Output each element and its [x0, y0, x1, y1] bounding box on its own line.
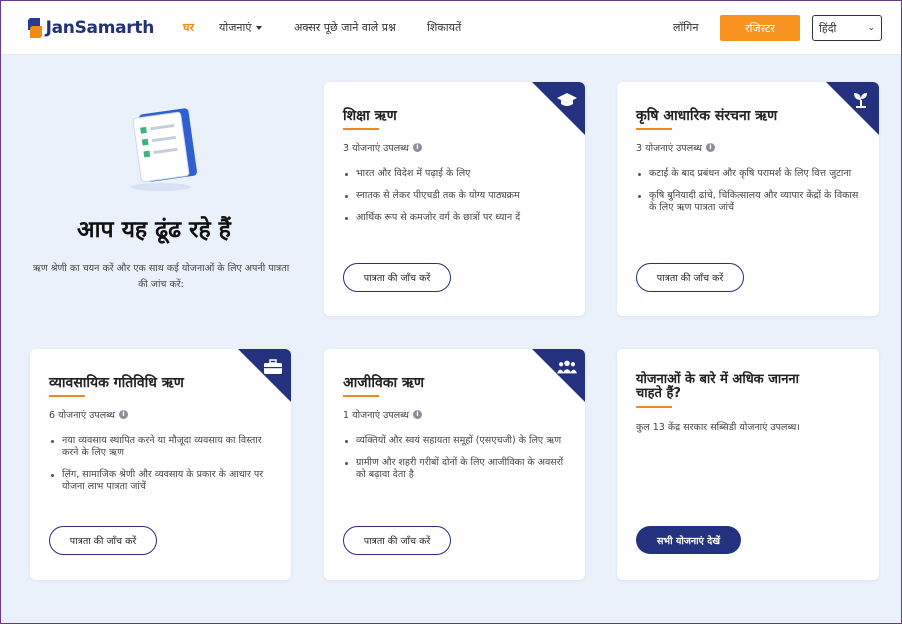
bullet-list: भारत और विदेश में पढ़ाई के लिए स्नातक से… — [343, 168, 571, 234]
more-schemes-subtitle: कुल 13 केंद्र सरकार सब्सिडी योजनाएं उपलब… — [636, 422, 800, 433]
caret-down-icon — [256, 26, 263, 30]
intro-subtitle: ऋण श्रेणी का चयन करें और एक साथ कई योजना… — [32, 263, 290, 290]
info-icon[interactable]: i — [118, 410, 128, 419]
title-underline — [636, 128, 672, 130]
nav-schemes[interactable]: योजनाएं — [219, 20, 263, 35]
top-navbar: JanSamarth घर योजनाएं अक्सर पूछे जाने वा… — [1, 1, 901, 55]
scheme-count-text: 3 योजनाएं उपलब्ध — [636, 143, 702, 154]
language-value: हिंदी — [819, 21, 837, 35]
card-livelihood-loan: आजीविका ऋण 1 योजनाएं उपलब्ध i व्यक्तियों … — [324, 349, 585, 580]
list-item: स्नातक से लेकर पीएचडी तक के योग्य पाठ्यक… — [343, 190, 571, 202]
check-eligibility-button[interactable]: पात्रता की जाँच करें — [49, 526, 157, 555]
card-business-loan: व्यावसायिक गतिविधि ऋण 6 योजनाएं उपलब्ध i … — [30, 349, 291, 580]
check-eligibility-button[interactable]: पात्रता की जाँच करें — [636, 263, 744, 292]
nav-home[interactable]: घर — [183, 20, 194, 35]
check-eligibility-button[interactable]: पात्रता की जाँच करें — [343, 526, 451, 555]
more-schemes-title: योजनाओं के बारे में अधिक जानना चाहते हैं… — [636, 372, 800, 401]
list-item: भारत और विदेश में पढ़ाई के लिए — [343, 168, 571, 180]
logo[interactable]: JanSamarth — [28, 14, 154, 42]
check-eligibility-button[interactable]: पात्रता की जाँच करें — [343, 263, 451, 292]
logo-text: JanSamarth — [45, 18, 155, 38]
title-underline — [49, 395, 85, 397]
card-education-loan: शिक्षा ऋण 3 योजनाएं उपलब्ध i भारत और विदे… — [324, 82, 585, 316]
card-title: व्यावसायिक गतिविधि ऋण — [49, 375, 184, 391]
list-item: लिंग, सामाजिक श्रेणी और व्यवसाय के प्रका… — [49, 469, 277, 493]
scheme-count: 1 योजनाएं उपलब्ध i — [343, 408, 422, 421]
view-all-schemes-button[interactable]: सभी योजनाएं देखें — [636, 526, 741, 554]
sprout-icon — [851, 90, 871, 110]
bullet-list: कटाई के बाद प्रबंधन और कृषि परामर्श के ल… — [636, 168, 864, 224]
scheme-count-text: 1 योजनाएं उपलब्ध — [343, 410, 409, 421]
scheme-count: 3 योजनाएं उपलब्ध i — [636, 141, 715, 154]
title-underline — [343, 395, 379, 397]
login-link[interactable]: लॉगिन — [673, 20, 698, 35]
bullet-list: व्यक्तियों और स्वयं सहायता समूहों (एसएचज… — [343, 435, 571, 491]
card-title: कृषि आधारिक संरचना ऋण — [636, 108, 778, 124]
scheme-count-text: 6 योजनाएं उपलब्ध — [49, 410, 115, 421]
checklist-illustration-icon — [131, 108, 197, 191]
scheme-count: 3 योजनाएं उपलब्ध i — [343, 141, 422, 154]
scheme-count-text: 3 योजनाएं उपलब्ध — [343, 143, 409, 154]
info-icon[interactable]: i — [412, 143, 422, 152]
info-icon[interactable]: i — [412, 410, 422, 419]
card-agri-infra-loan: कृषि आधारिक संरचना ऋण 3 योजनाएं उपलब्ध i … — [617, 82, 879, 316]
title-underline — [343, 128, 379, 130]
register-button[interactable]: रजिस्टर — [720, 15, 800, 41]
title-underline — [636, 406, 672, 408]
nav-faq[interactable]: अक्सर पूछे जाने वाले प्रश्न — [294, 20, 396, 35]
graduation-cap-icon — [557, 90, 577, 110]
list-item: कटाई के बाद प्रबंधन और कृषि परामर्श के ल… — [636, 168, 864, 180]
briefcase-icon — [263, 357, 283, 377]
list-item: नया व्यवसाय स्थापित करने या मौजूदा व्यवस… — [49, 435, 277, 459]
card-title: शिक्षा ऋण — [343, 108, 397, 124]
nav-grievances[interactable]: शिकायतें — [427, 20, 461, 35]
chevron-down-icon: ⌄ — [867, 23, 875, 33]
intro-title: आप यह ढूंढ रहे हैं — [77, 217, 231, 243]
list-item: ग्रामीण और शहरी गरीबों दोनों के लिए आजीव… — [343, 457, 571, 481]
logo-mark-icon — [28, 18, 42, 38]
list-item: व्यक्तियों और स्वयं सहायता समूहों (एसएचज… — [343, 435, 571, 447]
list-item: आर्थिक रूप से कमजोर वर्ग के छात्रों पर ध… — [343, 212, 571, 224]
people-icon — [557, 357, 577, 377]
list-item: कृषि बुनियादी ढांचे, चिकित्सालय और व्याप… — [636, 190, 864, 214]
scheme-count: 6 योजनाएं उपलब्ध i — [49, 408, 128, 421]
card-title: आजीविका ऋण — [343, 375, 425, 391]
nav-schemes-label: योजनाएं — [219, 21, 252, 34]
bullet-list: नया व्यवसाय स्थापित करने या मौजूदा व्यवस… — [49, 435, 277, 503]
language-select[interactable]: हिंदी ⌄ — [812, 15, 882, 41]
info-icon[interactable]: i — [705, 143, 715, 152]
card-more-schemes: योजनाओं के बारे में अधिक जानना चाहते हैं… — [617, 349, 879, 580]
